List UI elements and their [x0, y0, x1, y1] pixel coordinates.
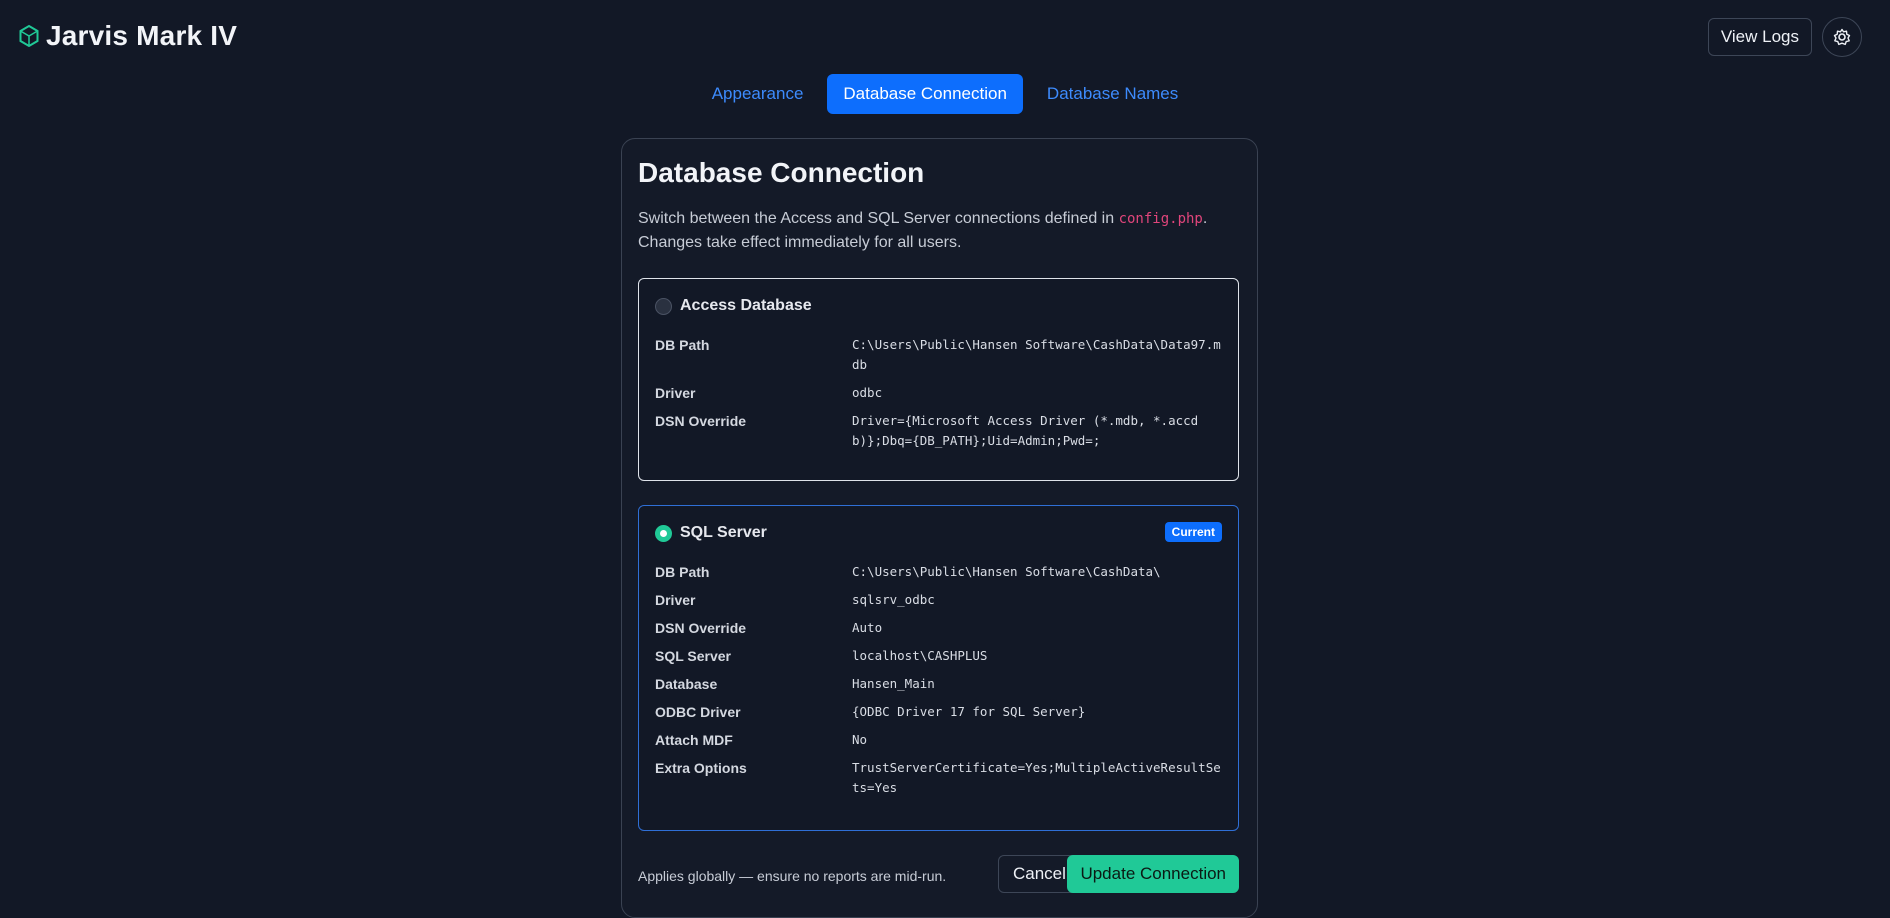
tab-database-connection[interactable]: Database Connection	[827, 74, 1023, 114]
detail-value: No	[852, 732, 868, 747]
detail-row: DB Path C:\Users\Public\Hansen Software\…	[655, 562, 1225, 582]
tab-database-names[interactable]: Database Names	[1031, 74, 1194, 114]
detail-row: DSN Override Driver={Microsoft Access Dr…	[655, 411, 1225, 451]
detail-row: DB Path C:\Users\Public\Hansen Software\…	[655, 335, 1225, 375]
sql-server-option[interactable]: SQL Server Current DB Path C:\Users\Publ…	[638, 505, 1239, 831]
detail-row: SQL Server localhost\CASHPLUS	[655, 646, 1225, 666]
access-database-option[interactable]: Access Database DB Path C:\Users\Public\…	[638, 278, 1239, 481]
database-connection-card: Database Connection Switch between the A…	[621, 138, 1258, 918]
detail-value: Auto	[852, 620, 883, 635]
access-option-label: Access Database	[680, 297, 812, 314]
card-title: Database Connection	[638, 157, 925, 188]
detail-label: SQL Server	[655, 648, 732, 664]
update-connection-button[interactable]: Update Connection	[1067, 855, 1239, 893]
card-description: Switch between the Access and SQL Server…	[638, 207, 1238, 255]
access-details: DB Path C:\Users\Public\Hansen Software\…	[655, 335, 1225, 459]
detail-value: C:\Users\Public\Hansen Software\CashData…	[852, 564, 1161, 579]
detail-label: Extra Options	[655, 760, 747, 776]
detail-row: Driver sqlsrv_odbc	[655, 590, 1225, 610]
detail-label: ODBC Driver	[655, 704, 741, 720]
detail-row: DSN Override Auto	[655, 618, 1225, 638]
sql-server-radio[interactable]	[655, 524, 672, 542]
detail-label: DSN Override	[655, 620, 747, 636]
detail-value: {ODBC Driver 17 for SQL Server}	[852, 704, 1086, 719]
detail-value: Driver={Microsoft Access Driver (*.mdb, …	[852, 413, 1199, 448]
current-badge: Current	[1164, 522, 1222, 542]
detail-label: DB Path	[655, 337, 710, 353]
detail-value: localhost\CASHPLUS	[852, 648, 988, 663]
detail-label: DB Path	[655, 564, 710, 580]
desc-line2: Changes take effect immediately for all …	[638, 234, 962, 251]
top-navbar: Jarvis Mark IV View Logs	[0, 0, 1890, 76]
hexagon-icon	[19, 24, 39, 48]
detail-value: odbc	[852, 385, 883, 400]
desc-prefix: Switch between the Access and SQL Server…	[638, 210, 1119, 227]
detail-label: Driver	[655, 592, 696, 608]
app-title: Jarvis Mark IV	[46, 20, 238, 51]
detail-label: DSN Override	[655, 413, 747, 429]
detail-label: Database	[655, 676, 718, 692]
config-filename: config.php	[1118, 211, 1203, 227]
view-logs-button[interactable]: View Logs	[1707, 18, 1812, 56]
desc-suffix: .	[1202, 210, 1208, 227]
detail-label: Attach MDF	[655, 732, 733, 748]
access-radio[interactable]	[655, 297, 672, 315]
tab-appearance[interactable]: Appearance	[696, 74, 820, 114]
detail-row: Driver odbc	[655, 383, 1225, 403]
brand[interactable]: Jarvis Mark IV	[18, 20, 237, 52]
detail-value: C:\Users\Public\Hansen Software\CashData…	[852, 337, 1221, 372]
detail-label: Driver	[655, 385, 696, 401]
sql-server-option-label: SQL Server	[680, 524, 767, 541]
card-footer: Applies globally — ensure no reports are…	[638, 855, 1239, 895]
detail-row: Attach MDF No	[655, 730, 1225, 750]
settings-button[interactable]	[1822, 17, 1862, 57]
footer-note: Applies globally — ensure no reports are…	[638, 868, 947, 884]
detail-row: Extra Options TrustServerCertificate=Yes…	[655, 758, 1225, 798]
detail-row: Database Hansen_Main	[655, 674, 1225, 694]
detail-value: Hansen_Main	[852, 676, 935, 691]
sql-server-details: DB Path C:\Users\Public\Hansen Software\…	[655, 562, 1225, 806]
gear-icon	[1833, 28, 1851, 46]
detail-value: sqlsrv_odbc	[852, 592, 935, 607]
detail-value: TrustServerCertificate=Yes;MultipleActiv…	[852, 760, 1221, 795]
settings-tabs: Appearance Database Connection Database …	[0, 74, 1890, 114]
detail-row: ODBC Driver {ODBC Driver 17 for SQL Serv…	[655, 702, 1225, 722]
